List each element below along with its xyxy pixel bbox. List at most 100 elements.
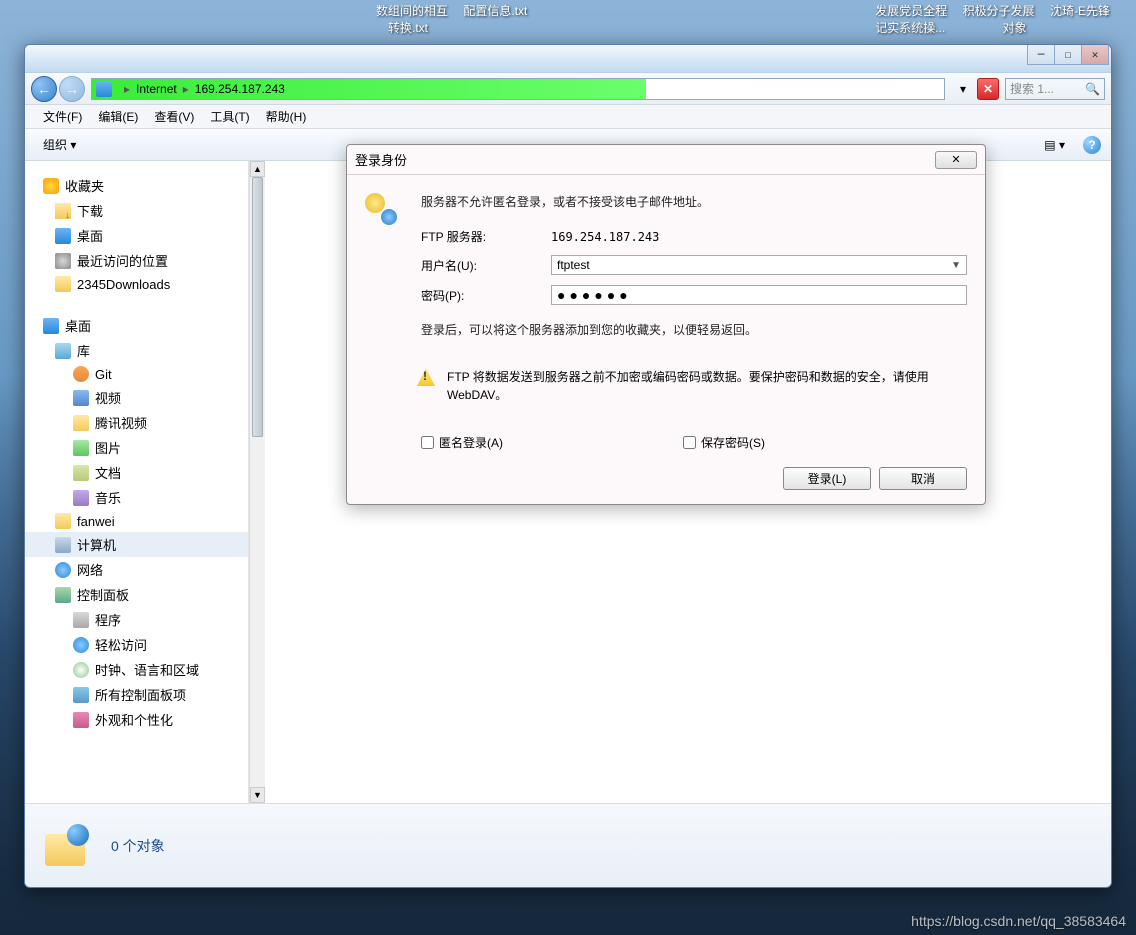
- search-input[interactable]: 搜索 1... 🔍: [1005, 78, 1105, 100]
- sidebar-documents[interactable]: 文档: [25, 460, 248, 485]
- sidebar-clock[interactable]: 时钟、语言和区域: [25, 657, 248, 682]
- login-button[interactable]: 登录(L): [783, 467, 871, 490]
- sidebar-video[interactable]: 视频: [25, 385, 248, 410]
- warning-icon: [417, 368, 435, 386]
- sidebar-programs[interactable]: 程序: [25, 607, 248, 632]
- sidebar-user[interactable]: fanwei: [25, 510, 248, 532]
- keys-icon: [365, 193, 397, 225]
- desktop-shortcut[interactable]: 记实系统操...: [875, 19, 945, 36]
- sidebar-downloads[interactable]: 下载: [25, 198, 248, 223]
- anonymous-checkbox[interactable]: 匿名登录(A): [421, 434, 503, 451]
- sidebar-git[interactable]: Git: [25, 363, 248, 385]
- desktop-shortcut[interactable]: 积极分子发展: [963, 2, 1035, 19]
- close-button[interactable]: ✕: [1081, 45, 1109, 65]
- scroll-down-button[interactable]: ▼: [250, 787, 265, 803]
- stop-button[interactable]: ✕: [977, 78, 999, 100]
- sidebar-controlpanel[interactable]: 控制面板: [25, 582, 248, 607]
- watermark: https://blog.csdn.net/qq_38583464: [911, 913, 1126, 929]
- clock-icon: [73, 662, 89, 678]
- sidebar-favorites[interactable]: 收藏夹: [25, 173, 248, 198]
- desktop-shortcut[interactable]: 转换.txt: [388, 19, 533, 36]
- folder-icon: [55, 276, 71, 292]
- picture-icon: [73, 440, 89, 456]
- scroll-up-button[interactable]: ▲: [250, 161, 265, 177]
- forward-button[interactable]: →: [59, 76, 85, 102]
- programs-icon: [73, 612, 89, 628]
- menu-tools[interactable]: 工具(T): [202, 105, 257, 128]
- dialog-message: 服务器不允许匿名登录，或者不接受该电子邮件地址。: [421, 193, 967, 210]
- desktop-shortcut[interactable]: 配置信息.txt: [463, 2, 527, 19]
- menu-file[interactable]: 文件(F): [35, 105, 90, 128]
- sidebar-all[interactable]: 所有控制面板项: [25, 682, 248, 707]
- password-label: 密码(P):: [421, 287, 551, 304]
- sidebar-network[interactable]: 网络: [25, 557, 248, 582]
- sidebar-tencent[interactable]: 腾讯视频: [25, 410, 248, 435]
- menu-help[interactable]: 帮助(H): [258, 105, 315, 128]
- user-icon: [55, 513, 71, 529]
- dialog-titlebar[interactable]: 登录身份 ✕: [347, 145, 985, 175]
- cancel-button[interactable]: 取消: [879, 467, 967, 490]
- minimize-button[interactable]: ─: [1027, 45, 1055, 65]
- login-dialog: 登录身份 ✕ 服务器不允许匿名登录，或者不接受该电子邮件地址。 FTP 服务器:…: [346, 144, 986, 505]
- desktop-icon: [55, 228, 71, 244]
- save-password-checkbox[interactable]: 保存密码(S): [683, 434, 765, 451]
- address-bar[interactable]: ▸ Internet ▸ 169.254.187.243: [91, 78, 945, 100]
- help-icon[interactable]: ?: [1083, 136, 1101, 154]
- desktop-shortcut[interactable]: 数组间的相互: [376, 2, 448, 19]
- dialog-close-button[interactable]: ✕: [935, 151, 977, 169]
- statusbar: 0 个对象: [25, 803, 1111, 887]
- network-icon: [55, 562, 71, 578]
- password-input[interactable]: ●●●●●●: [551, 285, 967, 305]
- organize-button[interactable]: 组织 ▾: [35, 133, 84, 156]
- computer-icon: [55, 537, 71, 553]
- sidebar-computer[interactable]: 计算机: [25, 532, 248, 557]
- sidebar-recent[interactable]: 最近访问的位置: [25, 248, 248, 273]
- menu-view[interactable]: 查看(V): [146, 105, 202, 128]
- desktop-shortcut[interactable]: 沈琦-E先锋: [1050, 2, 1110, 19]
- sidebar-desktop-root[interactable]: 桌面: [25, 313, 248, 338]
- appearance-icon: [73, 712, 89, 728]
- ease-icon: [73, 637, 89, 653]
- maximize-button[interactable]: ☐: [1054, 45, 1082, 65]
- sidebar-pictures[interactable]: 图片: [25, 435, 248, 460]
- scroll-thumb[interactable]: [252, 177, 263, 437]
- sidebar-ease[interactable]: 轻松访问: [25, 632, 248, 657]
- refresh-button[interactable]: ▾: [953, 79, 973, 99]
- breadcrumb-root[interactable]: Internet: [136, 82, 177, 96]
- titlebar[interactable]: ─ ☐ ✕: [25, 45, 1111, 73]
- menu-edit[interactable]: 编辑(E): [90, 105, 146, 128]
- controlpanel-icon: [55, 587, 71, 603]
- search-icon: 🔍: [1085, 82, 1100, 96]
- menubar: 文件(F) 编辑(E) 查看(V) 工具(T) 帮助(H): [25, 105, 1111, 129]
- back-button[interactable]: ←: [31, 76, 57, 102]
- desktop-icon: [43, 318, 59, 334]
- desktop-shortcut[interactable]: 对象: [1003, 19, 1027, 36]
- sidebar-libraries[interactable]: 库: [25, 338, 248, 363]
- chevron-down-icon[interactable]: ▼: [951, 260, 961, 271]
- dialog-hint: 登录后，可以将这个服务器添加到您的收藏夹，以便轻易返回。: [421, 321, 967, 338]
- navigation-pane: 收藏夹 下载 桌面 最近访问的位置 2345Downloads 桌面 库 Git…: [25, 161, 249, 803]
- music-icon: [73, 490, 89, 506]
- dialog-title: 登录身份: [355, 150, 407, 169]
- folder-icon: [73, 415, 89, 431]
- username-input[interactable]: ftptest ▼: [551, 255, 967, 275]
- server-label: FTP 服务器:: [421, 228, 551, 245]
- library-icon: [55, 343, 71, 359]
- server-value: 169.254.187.243: [551, 230, 659, 244]
- desktop-shortcut[interactable]: 发展党员全程: [875, 2, 947, 19]
- status-icon: [43, 822, 91, 870]
- sidebar-desktop[interactable]: 桌面: [25, 223, 248, 248]
- breadcrumb-address[interactable]: 169.254.187.243: [195, 82, 285, 96]
- sidebar-scrollbar[interactable]: ▲ ▼: [249, 161, 265, 803]
- dialog-warning: FTP 将数据发送到服务器之前不加密或编码密码或数据。要保护密码和数据的安全，请…: [447, 368, 967, 404]
- star-icon: [43, 178, 59, 194]
- all-icon: [73, 687, 89, 703]
- username-label: 用户名(U):: [421, 257, 551, 274]
- sidebar-music[interactable]: 音乐: [25, 485, 248, 510]
- git-icon: [73, 366, 89, 382]
- view-options-button[interactable]: ▤ ▾: [1036, 135, 1073, 155]
- sidebar-2345[interactable]: 2345Downloads: [25, 273, 248, 295]
- video-icon: [73, 390, 89, 406]
- sidebar-appear[interactable]: 外观和个性化: [25, 707, 248, 732]
- recent-icon: [55, 253, 71, 269]
